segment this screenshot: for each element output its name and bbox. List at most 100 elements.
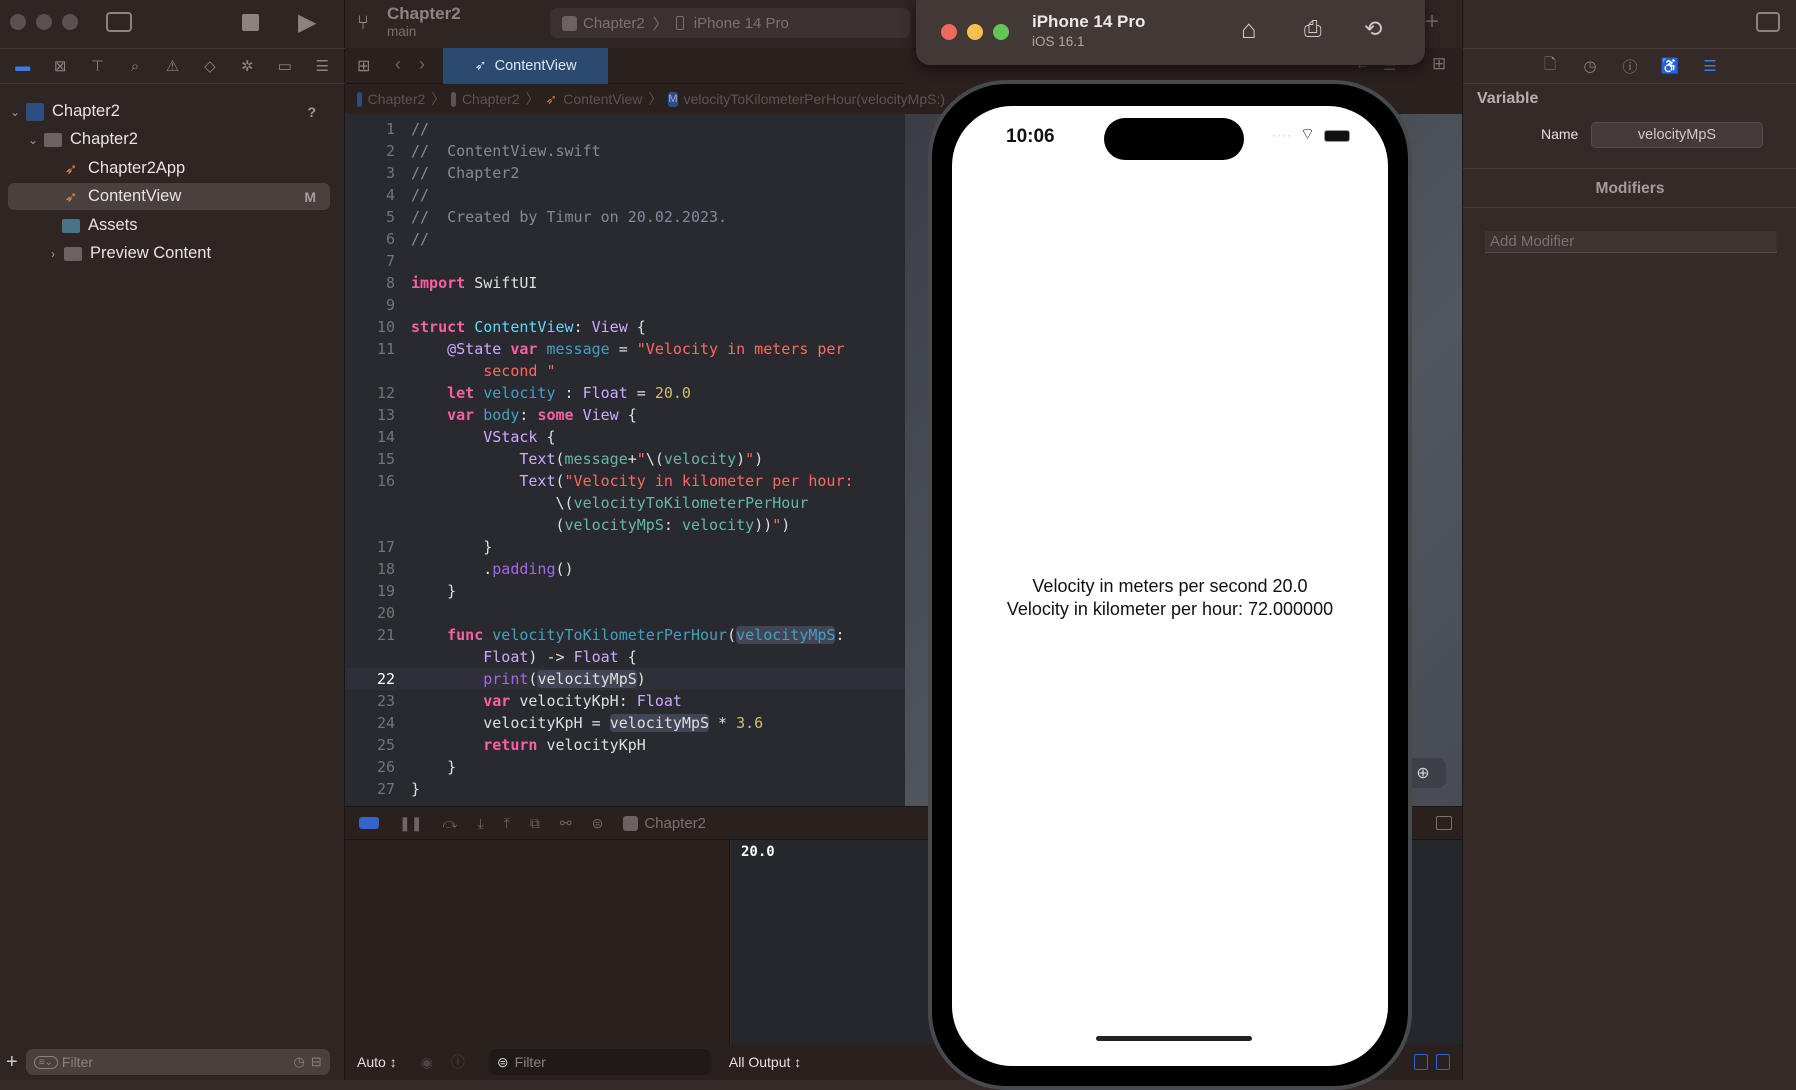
step-over-icon[interactable]: ⤼ xyxy=(442,815,457,832)
report-list-icon[interactable]: ☰ xyxy=(311,57,333,75)
zoom-window-button[interactable] xyxy=(993,24,1009,40)
accessibility-icon[interactable]: ♿ xyxy=(1660,57,1680,75)
code-line[interactable]: 22 print(velocityMpS) xyxy=(345,668,905,690)
line-number[interactable]: 26 xyxy=(345,756,395,778)
line-number[interactable]: 23 xyxy=(345,690,395,712)
recent-files-icon[interactable]: ◷ xyxy=(293,1054,304,1070)
code-line[interactable]: 11 @State var message = "Velocity in met… xyxy=(345,338,905,360)
tree-item-group[interactable]: › Preview Content xyxy=(8,240,330,267)
line-number[interactable]: 6 xyxy=(345,228,395,250)
symbol-hierarchy-icon[interactable]: ⊤ xyxy=(87,57,109,75)
code-line[interactable]: 3 // Chapter2 xyxy=(345,162,905,184)
code-line[interactable]: 4 // xyxy=(345,184,905,206)
add-file-button[interactable]: + xyxy=(6,1051,18,1074)
step-into-icon[interactable]: ⤓ xyxy=(477,815,483,832)
code-line[interactable]: second " xyxy=(345,360,905,382)
chevron-right-icon[interactable]: › xyxy=(46,247,60,261)
line-number[interactable]: 1 xyxy=(345,118,395,140)
folder-icon[interactable]: ▬ xyxy=(12,58,34,75)
line-number[interactable]: 10 xyxy=(345,316,395,338)
code-editor[interactable]: 1 // 2 // ContentView.swift 3 // Chapter2 4 // 5… xyxy=(345,114,905,806)
search-icon[interactable]: ⌕ xyxy=(124,58,146,75)
sidebar-toggle-icon[interactable] xyxy=(106,12,132,32)
code-line[interactable]: 24 velocityKpH = velocityMpS * 3.6 xyxy=(345,712,905,734)
line-number[interactable]: 5 xyxy=(345,206,395,228)
breadcrumb-item[interactable]: Chapter2 xyxy=(462,91,520,107)
help-icon[interactable]: ⓘ xyxy=(1620,56,1640,77)
code-line[interactable]: 13 var body: some View { xyxy=(345,404,905,426)
line-number[interactable]: 9 xyxy=(345,294,395,316)
line-number[interactable]: 13 xyxy=(345,404,395,426)
code-line[interactable]: Float) -> Float { xyxy=(345,646,905,668)
source-control-icon[interactable]: ⊠ xyxy=(49,57,71,75)
tree-item-group[interactable]: ⌄ Chapter2 xyxy=(8,126,330,153)
line-number[interactable]: 4 xyxy=(345,184,395,206)
code-line[interactable]: 26 } xyxy=(345,756,905,778)
zoom-window-button[interactable] xyxy=(62,14,78,30)
close-window-button[interactable] xyxy=(941,24,957,40)
rotate-icon[interactable]: ⟲ xyxy=(1364,16,1382,42)
breadcrumb-item[interactable]: Chapter2 xyxy=(368,91,426,107)
run-button[interactable]: ▶ xyxy=(298,8,316,37)
view-hierarchy-icon[interactable]: ⧉ xyxy=(530,815,540,832)
code-line[interactable]: 2 // ContentView.swift xyxy=(345,140,905,162)
line-number[interactable]: 19 xyxy=(345,580,395,602)
code-line[interactable]: 16 Text("Velocity in kilometer per hour: xyxy=(345,470,905,492)
code-line[interactable]: 20 xyxy=(345,602,905,624)
iphone-screen[interactable]: 10:06 ···· ⌔ Velocity in meters per seco… xyxy=(952,106,1388,1066)
code-line[interactable]: 19 } xyxy=(345,580,905,602)
line-number[interactable]: 7 xyxy=(345,250,395,272)
line-number[interactable]: 20 xyxy=(345,602,395,624)
breadcrumb-item[interactable]: velocityToKilometerPerHour(velocityMpS:) xyxy=(684,91,945,107)
console-filter-input[interactable]: ⊜ Filter xyxy=(488,1049,711,1075)
home-indicator[interactable] xyxy=(1096,1036,1252,1041)
inspector-toggle-icon[interactable] xyxy=(1756,12,1780,32)
line-number[interactable]: 22 xyxy=(345,668,395,690)
tree-item-project[interactable]: ⌄ Chapter2 ? xyxy=(8,98,330,125)
test-diamond-icon[interactable]: ◇ xyxy=(199,57,221,75)
line-number[interactable]: 12 xyxy=(345,382,395,404)
show-variables-icon[interactable] xyxy=(1414,1054,1428,1070)
tab-contentview[interactable]: ➶ ContentView xyxy=(443,48,608,84)
toggle-console-icon[interactable] xyxy=(1436,816,1452,830)
stop-button[interactable] xyxy=(242,14,259,31)
filter-options-icon[interactable]: ≡⌄ xyxy=(33,1055,58,1069)
debug-spray-icon[interactable]: ✲ xyxy=(236,57,258,75)
line-number[interactable]: 27 xyxy=(345,778,395,800)
code-line[interactable]: 8 import SwiftUI xyxy=(345,272,905,294)
code-line[interactable]: 18 .padding() xyxy=(345,558,905,580)
info-icon[interactable]: ⓘ xyxy=(451,1052,465,1072)
show-console-icon[interactable] xyxy=(1436,1054,1450,1070)
code-line[interactable]: 5 // Created by Timur on 20.02.2023. xyxy=(345,206,905,228)
code-line[interactable]: 10 struct ContentView: View { xyxy=(345,316,905,338)
code-line[interactable]: 12 let velocity : Float = 20.0 xyxy=(345,382,905,404)
scheme-destination-picker[interactable]: Chapter2 〉 iPhone 14 Pro xyxy=(550,8,910,38)
line-number[interactable]: 25 xyxy=(345,734,395,756)
line-number[interactable]: 17 xyxy=(345,536,395,558)
code-line[interactable]: 6 // xyxy=(345,228,905,250)
memory-graph-icon[interactable]: ⚯ xyxy=(560,815,572,832)
add-button[interactable]: + xyxy=(1425,8,1439,36)
code-line[interactable]: 1 // xyxy=(345,118,905,140)
line-number[interactable]: 15 xyxy=(345,448,395,470)
minimize-window-button[interactable] xyxy=(967,24,983,40)
source-control-filter-icon[interactable]: ⊟ xyxy=(311,1054,322,1070)
line-number[interactable]: 21 xyxy=(345,624,395,646)
tree-item-file[interactable]: ➶ Chapter2App xyxy=(8,155,330,182)
output-select[interactable]: All Output ↕ xyxy=(729,1054,801,1070)
pause-icon[interactable]: ❚❚ xyxy=(399,815,422,832)
breakpoint-tag-icon[interactable]: ▭ xyxy=(274,57,296,75)
code-line[interactable]: 7 xyxy=(345,250,905,272)
line-number[interactable]: 3 xyxy=(345,162,395,184)
line-number[interactable]: 16 xyxy=(345,470,395,492)
add-editor-icon[interactable]: ⊞ xyxy=(1432,54,1446,74)
code-line[interactable]: 25 return velocityKpH xyxy=(345,734,905,756)
file-inspector-icon[interactable]: 🗋 xyxy=(1540,54,1560,79)
line-number[interactable]: 24 xyxy=(345,712,395,734)
line-number[interactable]: 2 xyxy=(345,140,395,162)
attributes-inspector-icon[interactable]: ☰ xyxy=(1700,57,1720,75)
line-number[interactable]: 14 xyxy=(345,426,395,448)
tree-item-file-selected[interactable]: ➶ ContentView M xyxy=(8,183,330,210)
forward-arrow-icon[interactable]: › xyxy=(419,54,425,75)
minimize-window-button[interactable] xyxy=(36,14,52,30)
